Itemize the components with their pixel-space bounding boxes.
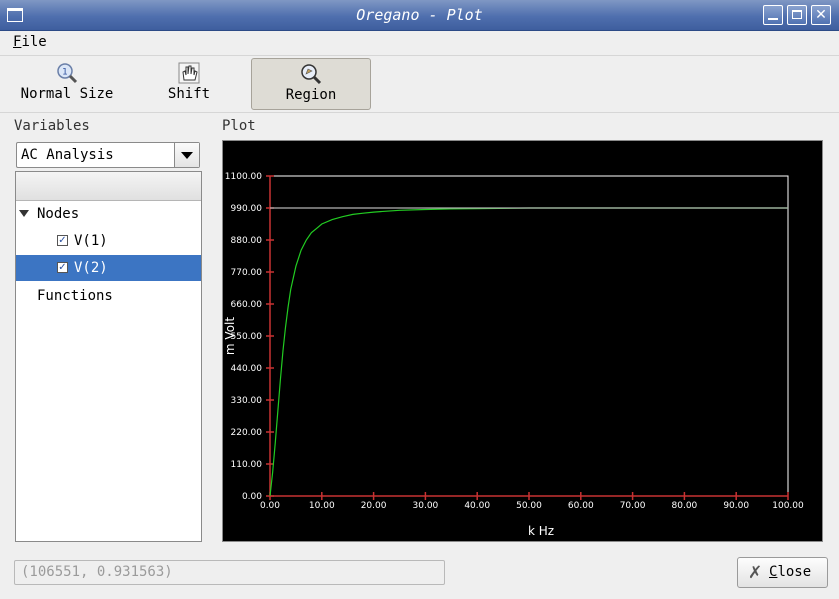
analysis-select-value: AC Analysis [21,147,114,163]
close-button-label: Close [769,564,811,580]
close-button-icon: ✗ [748,563,763,583]
tree-item-v1-label: V(1) [74,233,108,249]
x-tick-label: 90.00 [723,501,749,511]
hand-pan-icon [178,62,200,84]
maximize-icon [792,10,802,19]
x-tick-label: 10.00 [309,501,335,511]
x-tick-label: 30.00 [413,501,439,511]
expander-icon[interactable] [19,210,29,217]
minimize-icon [768,18,778,20]
plot-frame [269,175,789,497]
close-icon: ✕ [815,7,827,23]
tree-item-v2[interactable]: ✓ V(2) [16,255,201,281]
y-tick-label: 770.00 [231,268,263,278]
shift-button[interactable]: Shift [148,58,230,110]
menu-bar: File [0,31,839,56]
y-tick-label: 990.00 [231,204,263,214]
variables-label: Variables [14,118,90,134]
menu-file[interactable]: File [13,34,47,50]
toolbar: 1 Normal Size Shift Region [0,56,839,113]
v2-checkbox[interactable]: ✓ [57,262,68,273]
x-tick-label: 40.00 [464,501,490,511]
plot-area[interactable]: 0.00 110.00 220.00 330.00 440.00 550.00 660.00… [222,140,823,542]
plot-label: Plot [222,118,256,134]
y-tick-label: 440.00 [231,364,263,374]
y-tick-label: 1100.00 [225,172,262,182]
chevron-down-icon[interactable] [174,143,199,167]
y-tick-label: 110.00 [231,460,263,470]
x-tick-label: 60.00 [568,501,594,511]
tree-header[interactable] [16,172,201,201]
tree-item-functions[interactable]: Functions [16,283,201,309]
close-window-button[interactable]: ✕ [811,5,831,25]
x-tick-label: 0.00 [260,501,280,511]
analysis-select[interactable]: AC Analysis [16,142,200,168]
minimize-button[interactable] [763,5,783,25]
x-tick-label: 70.00 [620,501,646,511]
title-bar[interactable]: Oregano - Plot ✕ [0,0,839,31]
tree-item-functions-label: Functions [37,288,113,304]
series-line-v2 [269,207,788,497]
tree-item-v1[interactable]: ✓ V(1) [16,228,201,254]
x-tick-label: 50.00 [516,501,542,511]
y-tick-label: 660.00 [231,300,263,310]
coordinate-readout: (106551, 0.931563) [14,560,445,585]
tree-item-v2-label: V(2) [74,260,108,276]
tree-item-nodes-label: Nodes [37,206,80,222]
region-label: Region [285,87,337,103]
maximize-button[interactable] [787,5,807,25]
shift-label: Shift [167,86,211,102]
y-tick-label: 220.00 [231,428,263,438]
x-tick-label: 100.00 [772,501,804,511]
window-title: Oregano - Plot [356,6,483,24]
region-button[interactable]: Region [251,58,371,110]
x-tick-label: 20.00 [361,501,387,511]
menu-file-label: ile [21,34,47,50]
variables-tree[interactable]: Nodes ✓ V(1) ✓ V(2) Functions [15,171,202,542]
x-axis-label: k Hz [528,524,554,538]
plot-chart[interactable]: 0.00110.00220.00330.00440.00550.00660.00… [223,141,822,541]
normal-size-button[interactable]: 1 Normal Size [8,58,126,110]
zoom-region-icon [301,64,322,85]
svg-text:1: 1 [62,68,68,78]
zoom-normal-icon: 1 [57,63,78,84]
close-label-rest: lose [777,564,812,580]
y-axis-label: m Volt [223,317,237,355]
y-tick-label: 330.00 [231,396,263,406]
x-tick-label: 80.00 [672,501,698,511]
v1-checkbox[interactable]: ✓ [57,235,68,246]
y-tick-label: 880.00 [231,236,263,246]
normal-size-label: Normal Size [20,86,114,102]
tree-item-nodes[interactable]: Nodes [16,201,201,227]
close-button[interactable]: ✗ Close [737,557,828,588]
